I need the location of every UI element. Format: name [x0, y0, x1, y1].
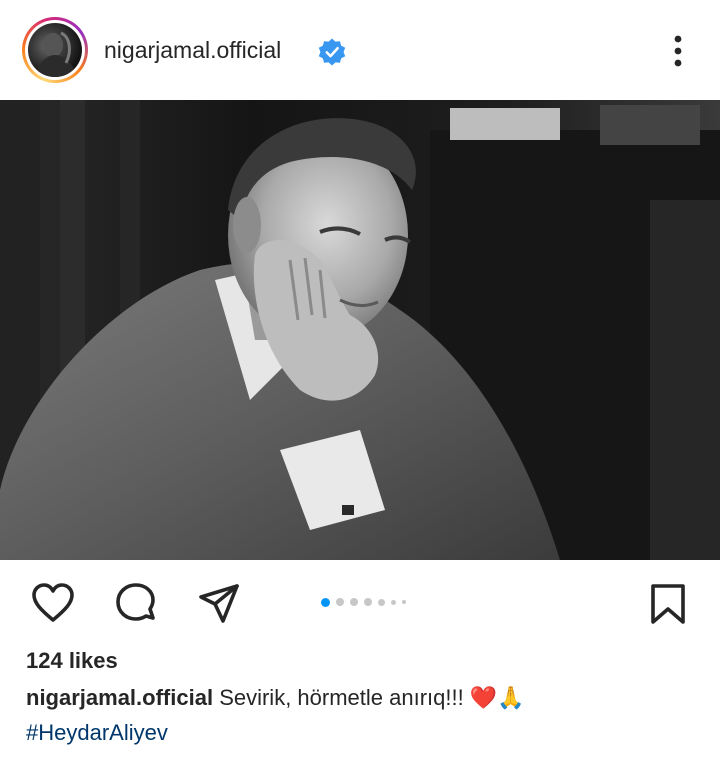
carousel-dot-active	[321, 597, 330, 607]
post-actions	[0, 572, 720, 632]
post-header: nigarjamal.official	[0, 0, 720, 100]
carousel-dot	[378, 598, 385, 606]
comment-icon[interactable]	[114, 582, 158, 626]
bookmark-icon[interactable]	[646, 582, 690, 626]
hashtag-link[interactable]: #HeydarAliyev	[26, 720, 168, 746]
caption-username[interactable]: nigarjamal.official	[26, 685, 213, 710]
post-username[interactable]: nigarjamal.official	[104, 37, 281, 64]
verified-badge-icon	[318, 38, 346, 66]
carousel-dot	[391, 599, 396, 605]
black-and-white-photo	[0, 100, 720, 560]
more-options-icon[interactable]	[662, 34, 694, 68]
avatar[interactable]	[28, 23, 82, 77]
story-ring[interactable]	[22, 17, 88, 83]
carousel-dot	[402, 600, 406, 604]
send-icon[interactable]	[197, 582, 241, 626]
caption-text: Sevirik, hörmetle anırıq!!! ❤️🙏	[219, 685, 525, 710]
heart-icon[interactable]	[31, 582, 75, 626]
post-caption: nigarjamal.official Sevirik, hörmetle an…	[26, 685, 525, 711]
carousel-dot	[336, 598, 344, 606]
carousel-dot	[364, 598, 372, 606]
post-photo[interactable]	[0, 100, 720, 560]
likes-count[interactable]: 124 likes	[26, 648, 118, 674]
carousel-dot	[350, 598, 358, 606]
